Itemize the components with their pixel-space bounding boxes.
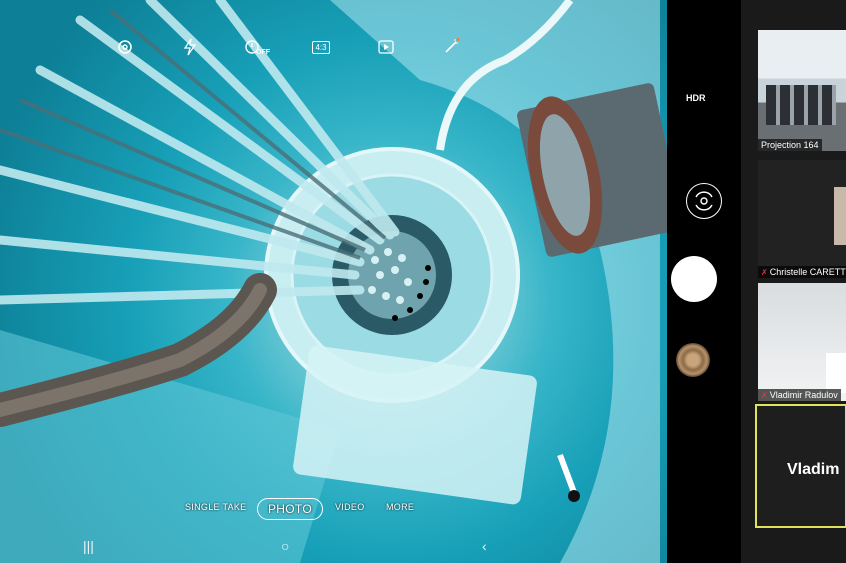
participant-name-text: Christelle CARETT <box>769 267 846 277</box>
mode-more[interactable]: MORE <box>386 502 414 512</box>
muted-mic-icon: ✗ <box>761 268 768 277</box>
motion-photo-icon[interactable] <box>375 36 397 58</box>
muted-mic-icon: ✗ <box>761 391 768 400</box>
gallery-thumbnail[interactable] <box>676 343 710 377</box>
system-nav-bar: ||| ○ ‹ <box>0 530 667 563</box>
filter-icon[interactable] <box>440 36 462 58</box>
participant-tile[interactable]: Projection 164 <box>758 30 846 151</box>
participant-name-text: Vladimir Radulov <box>769 390 838 400</box>
shutter-button[interactable] <box>671 256 717 302</box>
participant-name: ✗ Vladimir Radulov <box>758 389 841 401</box>
classroom-video <box>766 85 836 125</box>
ratio-icon[interactable]: 4:3 <box>310 36 332 58</box>
timer-off-icon[interactable]: OFF <box>243 36 271 58</box>
participant-video <box>826 353 846 393</box>
back-button[interactable]: ‹ <box>482 538 487 554</box>
participant-name: Projection 164 <box>758 139 822 151</box>
hdr-toggle[interactable]: HDR <box>686 93 706 103</box>
camera-side-controls: HDR <box>667 0 741 563</box>
participant-name: ✗ Christelle CARETT <box>758 266 846 278</box>
switch-camera-icon <box>695 191 713 211</box>
participant-tile[interactable]: ✗ Christelle CARETT <box>758 160 846 278</box>
flash-icon[interactable] <box>179 36 201 58</box>
mode-single-take[interactable]: SINGLE TAKE <box>185 502 247 512</box>
reactor-pool-image <box>0 0 667 563</box>
participant-video <box>834 187 846 245</box>
video-call-panel: Projection 164 ✗ Christelle CARETT ✗ Vladi… <box>741 0 846 563</box>
ratio-label: 4:3 <box>312 40 330 54</box>
timer-label: OFF <box>256 48 270 56</box>
active-speaker-tile[interactable]: Vladim <box>755 404 846 528</box>
active-speaker-name: Vladim <box>787 461 840 478</box>
settings-icon[interactable] <box>114 36 136 58</box>
mode-selector: SINGLE TAKE PHOTO VIDEO MORE <box>0 495 667 521</box>
mode-video[interactable]: VIDEO <box>335 502 365 512</box>
recents-button[interactable]: ||| <box>83 538 94 554</box>
home-button[interactable]: ○ <box>281 538 289 554</box>
camera-viewfinder[interactable]: OFF 4:3 SINGLE TAKE PHOTO VIDEO MORE |||… <box>0 0 667 563</box>
participant-tile[interactable]: ✗ Vladimir Radulov <box>758 283 846 401</box>
switch-camera-button[interactable] <box>686 183 722 219</box>
mode-photo[interactable]: PHOTO <box>257 498 323 520</box>
